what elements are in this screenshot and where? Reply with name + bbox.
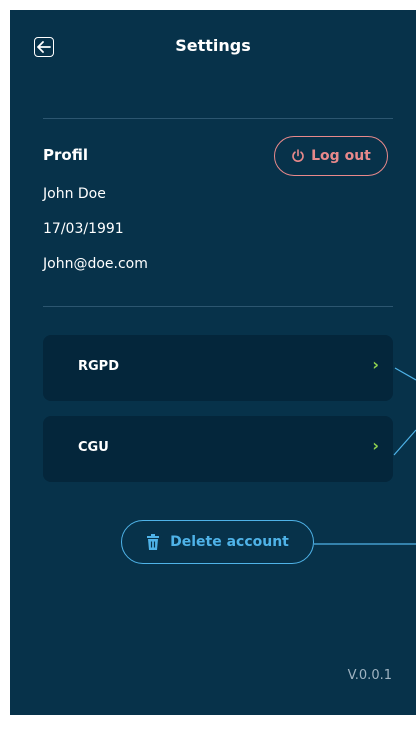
profile-birthdate: 17/03/1991 bbox=[43, 221, 124, 237]
menu-item-rgpd[interactable]: RGPD › bbox=[43, 335, 393, 401]
profile-heading: Profil bbox=[43, 146, 88, 164]
menu-item-cgu[interactable]: CGU › bbox=[43, 416, 393, 482]
logout-button[interactable]: Log out bbox=[274, 136, 388, 176]
menu-item-label: CGU bbox=[78, 440, 109, 455]
profile-name: John Doe bbox=[43, 186, 106, 202]
divider-top bbox=[43, 118, 393, 119]
chevron-right-icon: › bbox=[372, 355, 379, 374]
divider-bottom bbox=[43, 306, 393, 307]
page-title: Settings bbox=[175, 36, 251, 55]
chevron-right-icon: › bbox=[372, 436, 379, 455]
logout-label: Log out bbox=[311, 148, 371, 164]
delete-account-label: Delete account bbox=[170, 534, 289, 550]
trash-icon bbox=[147, 534, 160, 550]
settings-screen: Settings Profil Log out John Doe 17/03/1… bbox=[10, 10, 416, 715]
menu-item-label: RGPD bbox=[78, 359, 119, 374]
delete-account-button[interactable]: Delete account bbox=[121, 520, 314, 564]
profile-email: John@doe.com bbox=[43, 256, 148, 272]
version-label: V.0.0.1 bbox=[347, 668, 392, 683]
power-icon bbox=[292, 149, 304, 162]
